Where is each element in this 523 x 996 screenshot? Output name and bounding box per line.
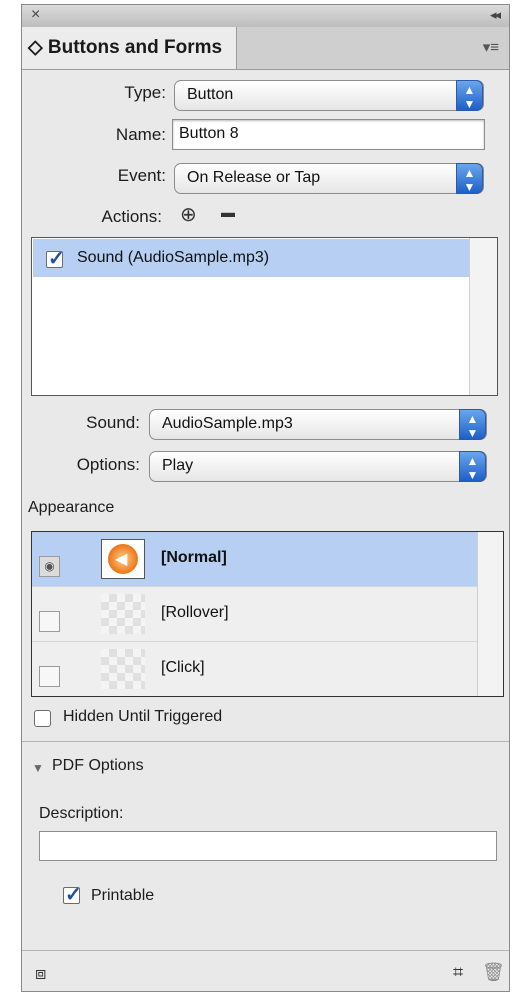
convert-to-button-icon[interactable]: ⌗ (453, 962, 463, 983)
select-arrows-icon: ▲ ▼ (456, 163, 483, 194)
action-label: Sound (AudioSample.mp3) (77, 249, 270, 266)
remove-action-icon[interactable]: ▬ (221, 204, 235, 220)
appearance-heading: Appearance (28, 499, 115, 516)
sound-select[interactable]: AudioSample.mp3 ▲ ▼ (149, 409, 487, 440)
panel-menu-icon[interactable]: ▾≡ (483, 38, 499, 56)
actions-label: Actions: (101, 207, 162, 226)
state-enable-checkbox[interactable] (39, 666, 60, 687)
options-label: Options: (76, 455, 140, 474)
speaker-icon: ◀ (115, 551, 128, 568)
panel-titlebar: × ◂◂ (22, 5, 509, 28)
pdf-options-heading[interactable]: PDF Options (52, 757, 144, 775)
state-label: [Rollover] (161, 604, 229, 621)
state-thumbnail (101, 649, 145, 689)
event-label: Event: (117, 166, 166, 185)
tab-title: ◇ Buttons and Forms (28, 37, 223, 58)
preview-icon[interactable]: ⧈ (35, 963, 46, 984)
disclosure-triangle-icon[interactable]: ▼ (32, 761, 44, 775)
select-arrows-icon: ▲ ▼ (459, 409, 486, 440)
options-value: Play (162, 457, 194, 474)
divider (22, 741, 509, 742)
description-field[interactable] (39, 831, 497, 861)
printable-checkbox[interactable]: ✓ (63, 884, 82, 906)
appearance-list: ◉ ◀ [Normal] [Rollover] [Click] (31, 531, 504, 697)
actions-list: ✓ Sound (AudioSample.mp3) (31, 237, 498, 396)
sound-value: AudioSample.mp3 (162, 415, 293, 432)
add-action-icon[interactable]: ⊕ (180, 202, 197, 227)
state-label: [Click] (161, 659, 205, 676)
state-thumbnail: ◀ (101, 539, 145, 579)
appearance-row-normal[interactable]: ◉ ◀ [Normal] (32, 532, 479, 587)
tab-strip: ◇ Buttons and Forms ▾≡ (22, 27, 509, 70)
collapse-icon[interactable]: ◂◂ (490, 7, 501, 23)
options-select[interactable]: Play ▲ ▼ (149, 451, 487, 482)
state-label: [Normal] (161, 549, 227, 566)
type-value: Button (187, 86, 234, 103)
appearance-row-rollover[interactable]: [Rollover] (32, 587, 479, 642)
checkmark-icon: ✓ (48, 248, 65, 270)
select-arrows-icon: ▲ ▼ (459, 451, 486, 482)
name-field[interactable]: Button 8 (172, 119, 485, 150)
list-item[interactable]: ✓ Sound (AudioSample.mp3) (33, 239, 469, 277)
name-label: Name: (115, 125, 166, 144)
description-label: Description: (39, 805, 124, 822)
tab-buttons-and-forms[interactable]: ◇ Buttons and Forms (22, 27, 237, 69)
close-icon[interactable]: × (31, 6, 40, 24)
state-enable-checkbox[interactable] (39, 611, 60, 632)
hidden-until-triggered-label: Hidden Until Triggered (63, 708, 223, 725)
divider (22, 950, 509, 951)
buttons-and-forms-panel: × ◂◂ ◇ Buttons and Forms ▾≡ Type: Button… (21, 4, 510, 992)
appearance-row-click[interactable]: [Click] (32, 642, 479, 696)
sound-label: Sound: (86, 413, 140, 432)
checkmark-icon: ✓ (65, 884, 82, 906)
name-value: Button 8 (179, 125, 239, 142)
state-thumbnail (101, 594, 145, 634)
printable-label: Printable (91, 887, 155, 904)
type-select[interactable]: Button ▲ ▼ (174, 80, 484, 111)
appearance-scrollbar[interactable] (477, 532, 503, 696)
actions-scrollbar[interactable] (469, 238, 497, 395)
select-arrows-icon: ▲ ▼ (456, 80, 483, 111)
type-label: Type: (124, 83, 166, 102)
action-enabled-checkbox[interactable]: ✓ (46, 248, 65, 270)
event-select[interactable]: On Release or Tap ▲ ▼ (174, 163, 484, 194)
eye-icon[interactable]: ◉ (39, 556, 60, 577)
event-value: On Release or Tap (187, 169, 321, 186)
hidden-until-triggered-checkbox[interactable] (34, 710, 51, 727)
trash-icon[interactable]: 🗑 (482, 962, 505, 983)
